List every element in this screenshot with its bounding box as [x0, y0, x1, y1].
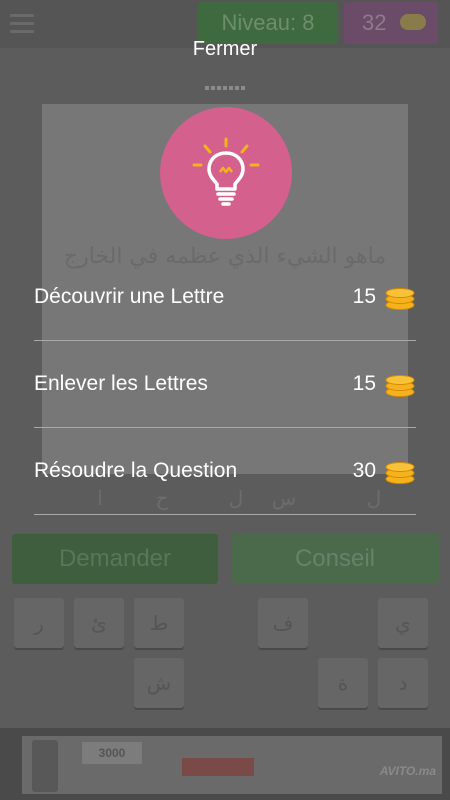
- divider-dots: [205, 86, 245, 90]
- option-label: Résoudre la Question: [34, 459, 238, 482]
- option-label: Enlever les Lettres: [34, 372, 208, 395]
- keyboard-key: ة: [318, 658, 368, 708]
- ad-price: 3000: [82, 742, 142, 764]
- ad-cta: [182, 758, 254, 776]
- coin-stack-icon: [385, 288, 415, 310]
- menu-icon: [10, 14, 34, 33]
- option-cost: 15: [352, 285, 376, 308]
- keyboard-key: ش: [134, 658, 184, 708]
- lightbulb-badge: [160, 107, 292, 239]
- keyboard-key: ئ: [74, 598, 124, 648]
- lightbulb-icon: [192, 137, 260, 206]
- keyboard-key: د: [378, 658, 428, 708]
- keyboard-key: ف: [258, 598, 308, 648]
- keyboard-key: ر: [14, 598, 64, 648]
- option-cost: 15: [352, 372, 376, 395]
- ad-phone-image: [32, 740, 58, 792]
- ad-banner: 3000 AVITO.ma: [0, 728, 450, 800]
- option-cost: 30: [352, 459, 376, 482]
- coin-stack-icon: [400, 14, 426, 30]
- ask-button: Demander: [12, 534, 218, 584]
- keyboard-key: ي: [378, 598, 428, 648]
- option-solve-question[interactable]: Résoudre la Question 30: [34, 428, 416, 515]
- coin-stack-icon: [385, 375, 415, 397]
- option-label: Découvrir une Lettre: [34, 285, 225, 308]
- ad-content: 3000 AVITO.ma: [22, 736, 442, 794]
- coin-stack-icon: [385, 462, 415, 484]
- ad-brand: AVITO.ma: [379, 764, 436, 778]
- keyboard-key: ط: [134, 598, 184, 648]
- option-remove-letters[interactable]: Enlever les Lettres 15: [34, 341, 416, 428]
- hint-button: Conseil: [231, 534, 439, 584]
- option-reveal-letter[interactable]: Découvrir une Lettre 15: [34, 254, 416, 341]
- coin-balance-value: 32: [362, 10, 387, 35]
- close-button[interactable]: Fermer: [0, 38, 450, 61]
